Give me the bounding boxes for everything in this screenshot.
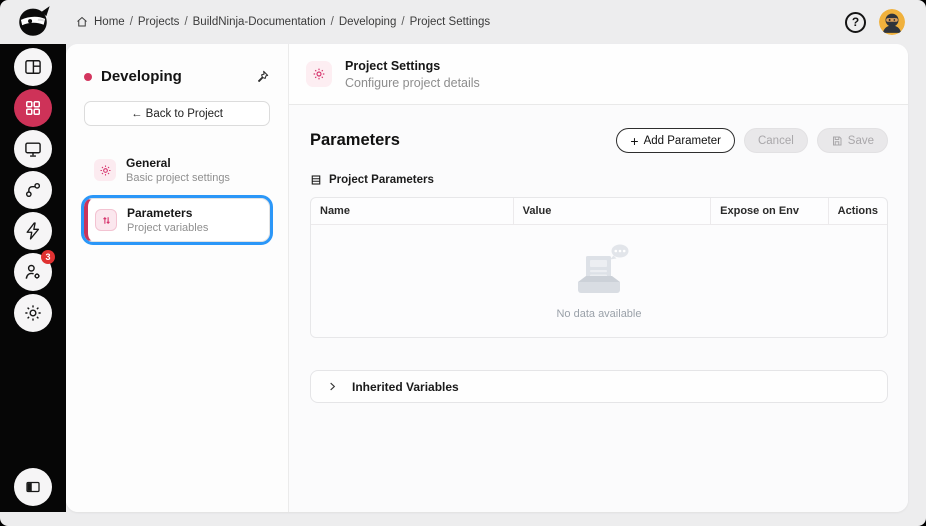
breadcrumb-separator: / xyxy=(401,16,405,28)
monitor-icon xyxy=(25,142,41,157)
save-button[interactable]: Save xyxy=(816,128,888,153)
project-title: Developing xyxy=(101,68,182,85)
column-header-value: Value xyxy=(512,198,711,224)
sidebar-item-settings[interactable] xyxy=(14,294,52,332)
lightning-bolt-icon xyxy=(26,222,40,240)
project-status-dot xyxy=(84,72,92,81)
menu-item-text: General Basic project settings xyxy=(126,156,230,184)
project-panel-header: Developing xyxy=(84,68,270,85)
page-subtitle: Configure project details xyxy=(345,75,480,90)
question-mark-icon: ? xyxy=(851,15,860,29)
ninja-avatar-icon xyxy=(879,9,905,35)
topbar-actions: ? xyxy=(845,9,926,35)
sidebar-item-users[interactable]: 3 xyxy=(14,250,55,291)
ninja-logo-icon xyxy=(19,6,50,36)
layout-dashboard-icon xyxy=(25,60,41,74)
sidebar-item-agents[interactable] xyxy=(14,130,52,168)
plus-icon: + xyxy=(630,132,639,149)
home-icon xyxy=(76,16,88,28)
column-header-name: Name xyxy=(320,205,350,217)
menu-item-parameters[interactable]: Parameters Project variables xyxy=(81,195,273,245)
breadcrumb-developing[interactable]: Developing xyxy=(339,16,397,28)
app-window: Home / Projects / BuildNinja-Documentati… xyxy=(0,0,926,526)
main-card: Developing ← Back to Project General Bas… xyxy=(66,44,908,512)
table-header-row: Name Value Expose on Env Actions xyxy=(311,198,887,225)
page-header-text: Project Settings Configure project detai… xyxy=(345,59,480,90)
chevron-right-icon xyxy=(327,381,338,392)
breadcrumb-separator: / xyxy=(129,16,133,28)
empty-state: No data available xyxy=(556,242,642,320)
notification-badge: 3 xyxy=(41,250,55,264)
sidebar-item-dashboard[interactable] xyxy=(14,48,52,86)
parameters-toolbar: Parameters + Add Parameter Cancel Save xyxy=(310,128,888,153)
cancel-button[interactable]: Cancel xyxy=(743,128,808,153)
sidebar-item-projects[interactable] xyxy=(14,89,52,127)
pin-button[interactable] xyxy=(254,69,270,85)
pin-icon xyxy=(258,70,269,82)
save-label: Save xyxy=(847,134,874,147)
inherited-variables-section[interactable]: Inherited Variables xyxy=(310,370,888,403)
menu-item-subtitle: Project variables xyxy=(127,222,209,234)
breadcrumb-separator: / xyxy=(330,16,334,28)
apps-grid-icon xyxy=(26,101,40,115)
main-section: Project Settings Configure project detai… xyxy=(289,44,908,512)
git-branch-icon xyxy=(25,182,41,198)
page-header: Project Settings Configure project detai… xyxy=(289,44,908,105)
menu-item-title: General xyxy=(126,156,171,170)
table-icon xyxy=(310,174,322,186)
app-logo[interactable] xyxy=(0,2,66,42)
sidebar-rail-top: 3 xyxy=(14,48,55,332)
sidebar-collapse-toggle[interactable] xyxy=(14,468,52,506)
menu-item-text: Parameters Project variables xyxy=(127,206,208,234)
empty-state-text: No data available xyxy=(556,308,642,320)
back-to-project-button[interactable]: ← Back to Project xyxy=(84,101,270,126)
empty-inbox-icon xyxy=(577,244,629,293)
save-icon xyxy=(832,136,842,145)
toolbar-actions: + Add Parameter Cancel Save xyxy=(616,128,888,153)
parameters-table: Name Value Expose on Env Actions No data… xyxy=(310,197,888,338)
project-parameters-text: Project Parameters xyxy=(329,174,434,186)
add-parameter-button[interactable]: + Add Parameter xyxy=(616,128,735,153)
page-title: Project Settings xyxy=(345,58,441,73)
gear-icon xyxy=(306,61,332,87)
sidebar-item-actions[interactable] xyxy=(14,212,52,250)
gear-icon xyxy=(25,305,41,321)
menu-item-subtitle: Basic project settings xyxy=(126,172,230,184)
top-bar: Home / Projects / BuildNinja-Documentati… xyxy=(0,0,926,44)
table-empty-body: No data available xyxy=(311,225,887,337)
panel-toggle-icon xyxy=(26,481,40,493)
column-header-expose-on-env: Expose on Env xyxy=(710,198,828,224)
parameters-page: Parameters + Add Parameter Cancel Save P… xyxy=(289,105,908,512)
menu-item-title: Parameters xyxy=(127,206,193,220)
inherited-variables-label: Inherited Variables xyxy=(352,379,459,394)
content-row: 3 Developing ← Back to Project General B… xyxy=(0,44,926,512)
breadcrumb-separator: / xyxy=(184,16,188,28)
settings-menu: General Basic project settings Parameter… xyxy=(81,149,273,245)
breadcrumb: Home / Projects / BuildNinja-Documentati… xyxy=(66,16,490,28)
menu-item-general[interactable]: General Basic project settings xyxy=(84,149,270,191)
breadcrumb-project-settings[interactable]: Project Settings xyxy=(410,16,491,28)
breadcrumb-home[interactable]: Home xyxy=(94,16,125,28)
breadcrumb-projects[interactable]: Projects xyxy=(138,16,180,28)
gear-icon xyxy=(94,159,116,181)
sidebar-rail: 3 xyxy=(0,44,66,512)
parameters-heading: Parameters xyxy=(310,131,400,149)
help-button[interactable]: ? xyxy=(845,11,866,33)
add-parameter-label: Add Parameter xyxy=(643,134,721,147)
sidebar-item-pipelines[interactable] xyxy=(14,171,52,209)
project-parameters-label: Project Parameters xyxy=(310,174,888,186)
user-avatar[interactable] xyxy=(879,9,905,35)
user-settings-icon xyxy=(25,264,40,279)
variables-icon xyxy=(95,209,117,231)
project-panel: Developing ← Back to Project General Bas… xyxy=(66,44,289,512)
breadcrumb-buildninja-documentation[interactable]: BuildNinja-Documentation xyxy=(193,16,326,28)
column-header-actions: Actions xyxy=(827,198,887,224)
